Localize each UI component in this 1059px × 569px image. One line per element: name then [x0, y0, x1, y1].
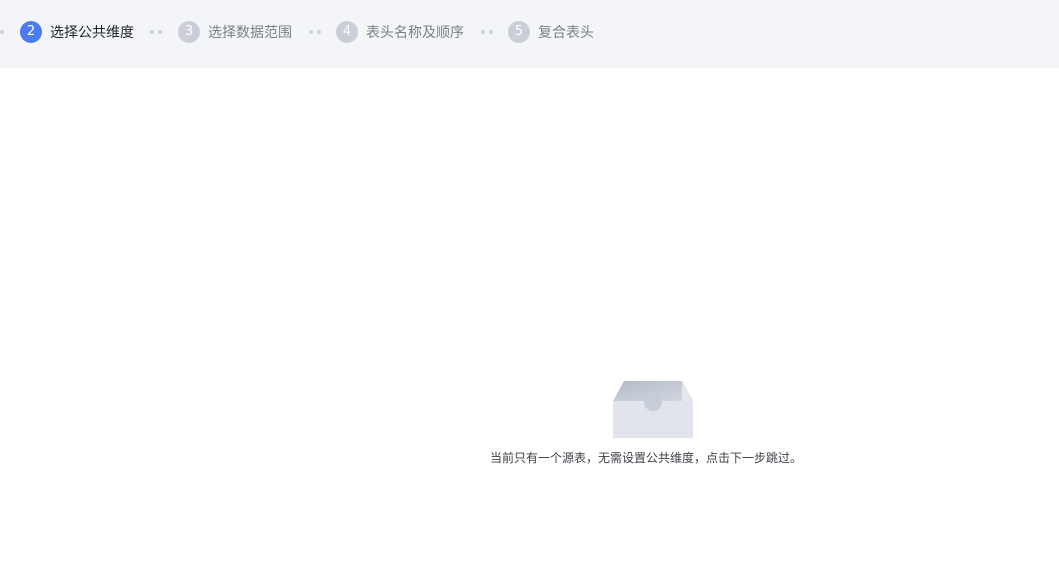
step-4[interactable]: 4 表头名称及顺序 [336, 21, 464, 43]
step-connector [481, 30, 493, 34]
empty-state-message: 当前只有一个源表，无需设置公共维度，点击下一步跳过。 [490, 451, 803, 465]
step-label: 选择公共维度 [50, 25, 134, 41]
step-label: 复合表头 [538, 25, 594, 41]
step-number: 2 [20, 21, 42, 43]
step-connector [150, 30, 162, 34]
step-number: 5 [508, 21, 530, 43]
step-number: 4 [336, 21, 358, 43]
step-bar: 2 选择公共维度 3 选择数据范围 4 表头名称及顺序 5 复合表头 [0, 0, 1059, 68]
step-connector [0, 30, 4, 34]
step-2[interactable]: 2 选择公共维度 [20, 21, 134, 43]
step-5[interactable]: 5 复合表头 [508, 21, 594, 43]
step-3[interactable]: 3 选择数据范围 [178, 21, 292, 43]
step-connector [309, 30, 321, 34]
step-label: 选择数据范围 [208, 25, 292, 41]
step-label: 表头名称及顺序 [366, 25, 464, 41]
step-number: 3 [178, 21, 200, 43]
empty-box-icon [612, 380, 694, 438]
